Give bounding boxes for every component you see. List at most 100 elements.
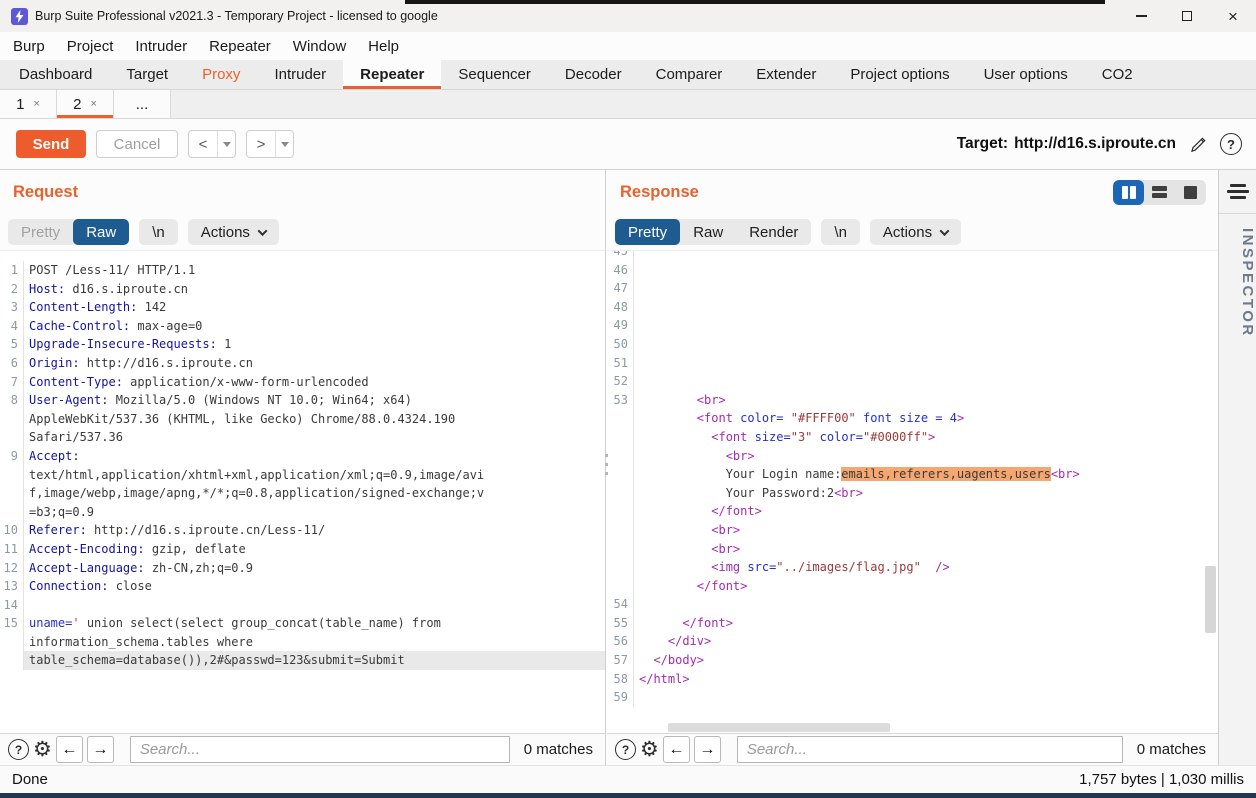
response-editor[interactable]: 454647484950515253 <br> <font color= "#F… [607, 250, 1218, 733]
repeater-tab-1[interactable]: 1× [0, 90, 57, 118]
search-prev-button[interactable]: ← [663, 736, 690, 763]
minimize-button[interactable] [1118, 0, 1164, 32]
tab-sequencer[interactable]: Sequencer [441, 60, 548, 89]
code-text: </html> [634, 670, 1218, 689]
horizontal-scrollbar-thumb[interactable] [668, 723, 890, 732]
line-number: 53 [607, 391, 634, 410]
code-row: 8User-Agent: Mozilla/5.0 (Windows NT 10.… [0, 391, 605, 410]
code-text [634, 335, 1218, 354]
inspector-label[interactable]: INSPECTOR [1219, 228, 1256, 338]
tab-proxy[interactable]: Proxy [185, 60, 257, 89]
maximize-button[interactable] [1164, 0, 1210, 32]
line-number: 12 [0, 559, 24, 578]
back-split-button[interactable]: < [188, 130, 236, 158]
bottom-edge-strip [0, 793, 1256, 798]
tab-decoder[interactable]: Decoder [548, 60, 639, 89]
inspector-menu-icon[interactable] [1219, 170, 1256, 214]
panel-divider-handle[interactable] [601, 454, 611, 475]
search-prev-button[interactable]: ← [56, 736, 83, 763]
code-text: Accept-Language: zh-CN,zh;q=0.9 [24, 559, 605, 578]
inspector-strip[interactable]: INSPECTOR [1218, 170, 1256, 765]
line-number [607, 465, 634, 484]
code-text: </div> [634, 632, 1218, 651]
menu-project[interactable]: Project [56, 38, 125, 55]
code-row: Your Login name:emails,referers,uagents,… [607, 465, 1218, 484]
close-tab-icon[interactable]: × [33, 98, 39, 110]
request-panel: Request PrettyRaw \n Actions 1POST /Less… [0, 170, 606, 765]
line-number [0, 410, 24, 429]
tab-project-options[interactable]: Project options [833, 60, 966, 89]
back-dropdown[interactable] [218, 131, 235, 157]
code-row: </font> [607, 502, 1218, 521]
code-text: Referer: http://d16.s.iproute.cn/Less-11… [24, 521, 605, 540]
tab-raw[interactable]: Raw [73, 219, 129, 245]
menu-burp[interactable]: Burp [2, 38, 56, 55]
tab-pretty[interactable]: Pretty [615, 219, 680, 245]
menu-window[interactable]: Window [282, 38, 357, 55]
search-help-icon[interactable]: ? [8, 739, 29, 760]
request-editor[interactable]: 1POST /Less-11/ HTTP/1.12Host: d16.s.ipr… [0, 250, 605, 733]
actions-button[interactable]: Actions [188, 219, 279, 245]
tab-target[interactable]: Target [109, 60, 185, 89]
code-row: 48 [607, 298, 1218, 317]
line-number: 11 [0, 540, 24, 559]
tab-raw[interactable]: Raw [680, 219, 736, 245]
tab-pretty[interactable]: Pretty [8, 219, 73, 245]
layout-rows-button[interactable] [1144, 180, 1175, 205]
search-next-button[interactable]: → [87, 736, 114, 763]
tab-comparer[interactable]: Comparer [639, 60, 740, 89]
help-icon[interactable]: ? [1220, 133, 1242, 155]
close-tab-icon[interactable]: × [90, 98, 96, 110]
send-button[interactable]: Send [16, 130, 86, 158]
actions-button[interactable]: Actions [870, 219, 961, 245]
search-next-button[interactable]: → [694, 736, 721, 763]
search-input[interactable] [737, 736, 1123, 763]
response-title: Response [620, 183, 699, 202]
repeater-tab-[interactable]: ... [114, 90, 171, 118]
vertical-scrollbar-thumb[interactable] [1205, 566, 1216, 633]
tab-dashboard[interactable]: Dashboard [2, 60, 109, 89]
code-row: Your Password:2<br> [607, 484, 1218, 503]
menu-intruder[interactable]: Intruder [124, 38, 198, 55]
tab-repeater[interactable]: Repeater [343, 60, 441, 89]
layout-single-button[interactable] [1175, 180, 1206, 205]
forward-button[interactable]: > [247, 131, 276, 157]
code-text: uname=' union select(select group_concat… [24, 614, 605, 633]
tab-newline[interactable]: \n [821, 219, 860, 245]
line-number: 47 [607, 279, 634, 298]
tab-co2[interactable]: CO2 [1085, 60, 1150, 89]
burp-app-icon [11, 8, 28, 25]
forward-split-button[interactable]: > [246, 130, 294, 158]
search-settings-icon[interactable]: ⚙ [640, 739, 659, 760]
repeater-tab-2[interactable]: 2× [57, 90, 114, 118]
code-text: text/html,application/xhtml+xml,applicat… [24, 466, 605, 485]
cancel-button[interactable]: Cancel [96, 130, 178, 158]
forward-dropdown[interactable] [276, 131, 293, 157]
response-code: 454647484950515253 <br> <font color= "#F… [607, 250, 1218, 707]
line-number: 51 [607, 354, 634, 373]
tab-user-options[interactable]: User options [967, 60, 1085, 89]
layout-columns-button[interactable] [1113, 180, 1144, 205]
request-header: Request [0, 170, 605, 214]
menu-help[interactable]: Help [357, 38, 410, 55]
search-input[interactable] [130, 736, 510, 763]
code-row: <br> [607, 447, 1218, 466]
search-settings-icon[interactable]: ⚙ [33, 739, 52, 760]
close-button[interactable]: × [1210, 0, 1256, 32]
code-row: 53 <br> [607, 391, 1218, 410]
close-icon: × [1228, 8, 1238, 25]
edit-target-icon[interactable] [1189, 135, 1208, 154]
tab-extender[interactable]: Extender [739, 60, 833, 89]
code-row: 56 </div> [607, 632, 1218, 651]
tab-intruder[interactable]: Intruder [257, 60, 343, 89]
code-text [634, 688, 1218, 707]
search-help-icon[interactable]: ? [615, 739, 636, 760]
menu-repeater[interactable]: Repeater [198, 38, 282, 55]
tab-newline[interactable]: \n [139, 219, 178, 245]
line-number [607, 447, 634, 466]
line-number [0, 633, 24, 652]
code-row: table_schema=database()),2#&passwd=123&s… [0, 651, 605, 670]
back-button[interactable]: < [189, 131, 218, 157]
code-row: <img src="../images/flag.jpg" /> [607, 558, 1218, 577]
tab-render[interactable]: Render [736, 219, 811, 245]
